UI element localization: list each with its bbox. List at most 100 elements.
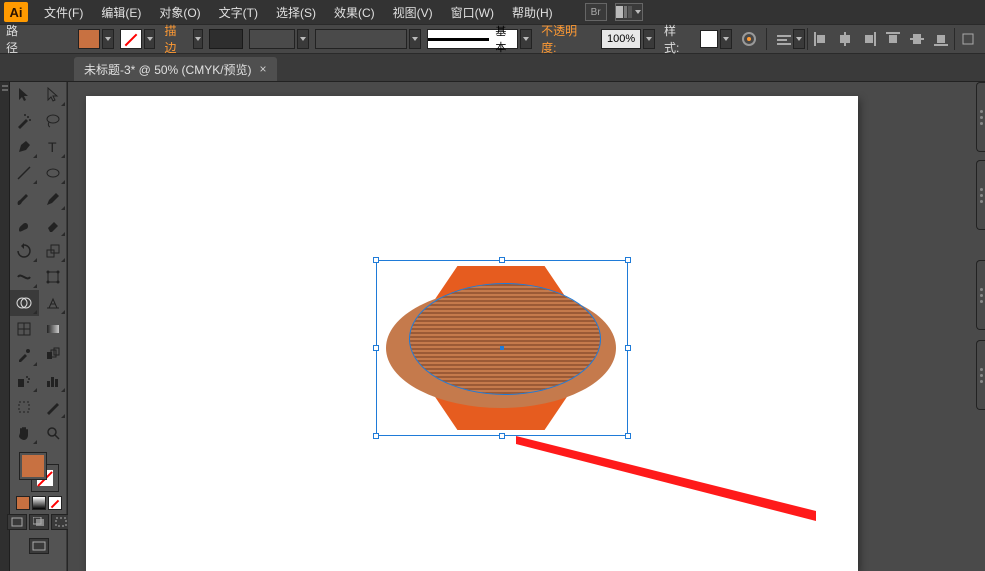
symbol-sprayer-tool[interactable] <box>10 368 39 394</box>
fill-color-indicator[interactable] <box>19 452 47 480</box>
resize-handle-ml[interactable] <box>373 345 379 351</box>
panel-dock-left-edge[interactable] <box>0 82 10 571</box>
recolor-button[interactable] <box>738 28 760 50</box>
document-tabbar: 未标题-3* @ 50% (CMYK/预览) × <box>0 54 985 82</box>
collapsed-panel-1[interactable] <box>976 82 985 152</box>
shape-builder-tool[interactable] <box>10 290 39 316</box>
stroke-style-preview[interactable]: 基本 <box>427 29 519 49</box>
lasso-tool[interactable] <box>39 108 68 134</box>
variable-width-profile[interactable] <box>315 29 407 49</box>
resize-handle-tr[interactable] <box>625 257 631 263</box>
hand-tool[interactable] <box>10 420 39 446</box>
eyedropper-tool[interactable] <box>10 342 39 368</box>
menu-view[interactable]: 视图(V) <box>385 1 441 24</box>
brush-dropdown[interactable] <box>297 29 309 49</box>
blob-brush-tool[interactable] <box>10 212 39 238</box>
pencil-tool[interactable] <box>39 186 68 212</box>
align-hcenter-button[interactable] <box>834 28 856 50</box>
collapsed-panel-3[interactable] <box>976 260 985 330</box>
canvas-viewport[interactable] <box>68 82 985 571</box>
chevron-down-icon <box>523 37 529 41</box>
perspective-grid-tool[interactable] <box>39 290 68 316</box>
width-tool[interactable] <box>10 264 39 290</box>
color-mode-solid[interactable] <box>16 496 30 510</box>
magic-wand-tool[interactable] <box>10 108 39 134</box>
graphic-style-label: 样式: <box>661 22 694 56</box>
zoom-tool[interactable] <box>39 420 68 446</box>
draw-normal-mode[interactable] <box>7 514 27 530</box>
column-graph-tool[interactable] <box>39 368 68 394</box>
color-mode-gradient[interactable] <box>32 496 46 510</box>
gradient-tool[interactable] <box>39 316 68 342</box>
scale-tool[interactable] <box>39 238 68 264</box>
stroke-style-dropdown[interactable] <box>520 29 532 49</box>
resize-handle-mr[interactable] <box>625 345 631 351</box>
arrange-documents-button[interactable] <box>615 3 643 21</box>
rotate-tool[interactable] <box>10 238 39 264</box>
fill-dropdown[interactable] <box>102 29 114 49</box>
align-panel-dropdown[interactable] <box>793 29 805 49</box>
resize-handle-tl[interactable] <box>373 257 379 263</box>
bridge-button[interactable]: Br <box>585 3 607 21</box>
fill-swatch[interactable] <box>78 29 100 49</box>
type-icon: T <box>45 139 61 155</box>
menu-window[interactable]: 窗口(W) <box>443 1 502 24</box>
menu-type[interactable]: 文字(T) <box>211 1 266 24</box>
line-icon <box>428 38 490 41</box>
resize-handle-tm[interactable] <box>499 257 505 263</box>
color-mode-none[interactable] <box>48 496 62 510</box>
stroke-swatch[interactable] <box>120 29 142 49</box>
align-bottom-button[interactable] <box>930 28 952 50</box>
menu-edit[interactable]: 编辑(E) <box>93 1 149 24</box>
align-left-button[interactable] <box>810 28 832 50</box>
stroke-width-stepper[interactable] <box>193 29 203 49</box>
close-icon[interactable]: × <box>260 62 267 76</box>
artboard[interactable] <box>86 96 858 571</box>
menu-file[interactable]: 文件(F) <box>36 1 91 24</box>
direct-selection-tool[interactable] <box>39 82 68 108</box>
type-tool[interactable]: T <box>39 134 68 160</box>
align-top-button[interactable] <box>882 28 904 50</box>
align-vcenter-button[interactable] <box>906 28 928 50</box>
free-transform-tool[interactable] <box>39 264 68 290</box>
selection-center-point[interactable] <box>500 346 504 350</box>
menu-effect[interactable]: 效果(C) <box>326 1 383 24</box>
document-tab-title: 未标题-3* @ 50% (CMYK/预览) <box>84 61 252 78</box>
mesh-tool[interactable] <box>10 316 39 342</box>
document-tab[interactable]: 未标题-3* @ 50% (CMYK/预览) × <box>74 57 277 81</box>
menu-select[interactable]: 选择(S) <box>268 1 324 24</box>
graphic-style-swatch[interactable] <box>700 30 718 48</box>
main-area: T <box>0 82 985 571</box>
align-right-button[interactable] <box>858 28 880 50</box>
resize-handle-bl[interactable] <box>373 433 379 439</box>
pen-icon <box>16 139 32 155</box>
variable-width-dropdown[interactable] <box>409 29 421 49</box>
screen-mode-button[interactable] <box>29 538 49 554</box>
menu-object[interactable]: 对象(O) <box>151 1 208 24</box>
slice-tool[interactable] <box>39 394 68 420</box>
opacity-input[interactable]: 100% <box>601 29 641 49</box>
graphic-style-dropdown[interactable] <box>720 29 732 49</box>
artboard-tool[interactable] <box>10 394 39 420</box>
opacity-dropdown[interactable] <box>643 29 655 49</box>
eraser-tool[interactable] <box>39 212 68 238</box>
align-panel-button[interactable] <box>773 28 795 50</box>
transform-button[interactable] <box>957 28 979 50</box>
fill-stroke-indicator[interactable] <box>19 452 59 492</box>
stroke-width-input[interactable] <box>209 29 243 49</box>
stroke-style-label: 基本 <box>495 23 517 55</box>
paintbrush-tool[interactable] <box>10 186 39 212</box>
brush-definition[interactable] <box>249 29 295 49</box>
draw-behind-mode[interactable] <box>29 514 49 530</box>
menu-help[interactable]: 帮助(H) <box>504 1 561 24</box>
collapsed-panel-4[interactable] <box>976 340 985 410</box>
line-tool[interactable] <box>10 160 39 186</box>
selection-tool[interactable] <box>10 82 39 108</box>
ellipse-tool[interactable] <box>39 160 68 186</box>
resize-handle-bm[interactable] <box>499 433 505 439</box>
chevron-down-icon <box>412 37 418 41</box>
collapsed-panel-2[interactable] <box>976 160 985 230</box>
stroke-dropdown[interactable] <box>144 29 156 49</box>
pen-tool[interactable] <box>10 134 39 160</box>
blend-tool[interactable] <box>39 342 68 368</box>
